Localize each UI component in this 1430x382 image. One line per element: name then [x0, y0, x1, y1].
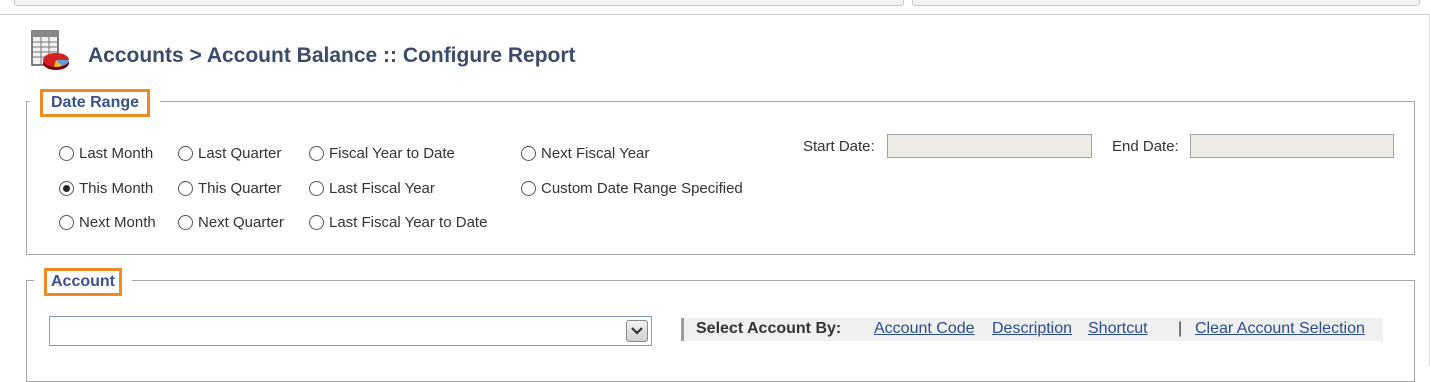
radio-button-icon: [521, 146, 536, 161]
radio-button-icon: [309, 181, 324, 196]
radio-last-quarter[interactable]: Last Quarter: [178, 145, 281, 162]
chevron-down-icon[interactable]: [626, 320, 648, 342]
clear-account-selection-link[interactable]: Clear Account Selection: [1195, 320, 1365, 338]
radio-label: Last Month: [79, 145, 154, 162]
radio-last-month[interactable]: Last Month: [59, 145, 153, 162]
radio-fiscal-year-to-date[interactable]: Fiscal Year to Date: [309, 145, 455, 162]
radio-label: Next Quarter: [198, 214, 284, 231]
top-toolbar-segment-right: [912, 0, 1420, 6]
radio-label: Custom Date Range Specified: [541, 180, 743, 197]
radio-button-icon: [178, 215, 193, 230]
radio-button-icon: [309, 215, 324, 230]
date-range-legend-label: Date Range: [40, 89, 151, 117]
account-legend-label: Account: [44, 268, 122, 296]
shortcut-link[interactable]: Shortcut: [1088, 320, 1148, 338]
end-date-label: End Date:: [1112, 138, 1179, 155]
radio-button-icon: [59, 215, 74, 230]
radio-label: Fiscal Year to Date: [329, 145, 455, 162]
report-pie-chart-icon: [30, 30, 72, 72]
radio-label: Last Fiscal Year to Date: [329, 214, 488, 231]
radio-button-icon: [178, 181, 193, 196]
radio-this-month[interactable]: This Month: [59, 180, 153, 197]
top-toolbar-strip: [0, 0, 1430, 15]
radio-label: Last Quarter: [198, 145, 282, 162]
radio-label: This Month: [79, 180, 154, 197]
radio-custom-date-range[interactable]: Custom Date Range Specified: [521, 180, 743, 197]
radio-next-fiscal-year[interactable]: Next Fiscal Year: [521, 145, 649, 162]
radio-label: This Quarter: [198, 180, 282, 197]
start-date-label: Start Date:: [803, 138, 875, 155]
link-separator: |: [1178, 320, 1183, 337]
account-legend: Account: [34, 268, 132, 296]
radio-button-icon: [178, 146, 193, 161]
radio-last-fiscal-year[interactable]: Last Fiscal Year: [309, 180, 435, 197]
top-toolbar-segment-left: [14, 0, 904, 6]
radio-label: Last Fiscal Year: [329, 180, 435, 197]
end-date-input[interactable]: [1190, 134, 1394, 158]
radio-label: Next Fiscal Year: [541, 145, 650, 162]
radio-this-quarter[interactable]: This Quarter: [178, 180, 281, 197]
select-account-by-bar: Select Account By: Account Code Descript…: [681, 318, 1383, 341]
radio-label: Next Month: [79, 214, 156, 231]
radio-next-quarter[interactable]: Next Quarter: [178, 214, 284, 231]
select-account-by-label: Select Account By:: [696, 320, 842, 337]
description-link[interactable]: Description: [992, 320, 1072, 338]
account-code-link[interactable]: Account Code: [874, 320, 975, 338]
radio-last-fiscal-year-to-date[interactable]: Last Fiscal Year to Date: [309, 214, 487, 231]
radio-button-icon: [521, 181, 536, 196]
radio-button-icon: [59, 146, 74, 161]
radio-next-month[interactable]: Next Month: [59, 214, 156, 231]
start-date-input[interactable]: [887, 134, 1092, 158]
account-select[interactable]: [49, 316, 652, 346]
page-title: Accounts > Account Balance :: Configure …: [88, 44, 576, 67]
radio-button-icon: [309, 146, 324, 161]
date-range-panel: [26, 101, 1415, 255]
radio-button-checked-icon: [59, 181, 74, 196]
date-range-legend: Date Range: [30, 89, 161, 117]
